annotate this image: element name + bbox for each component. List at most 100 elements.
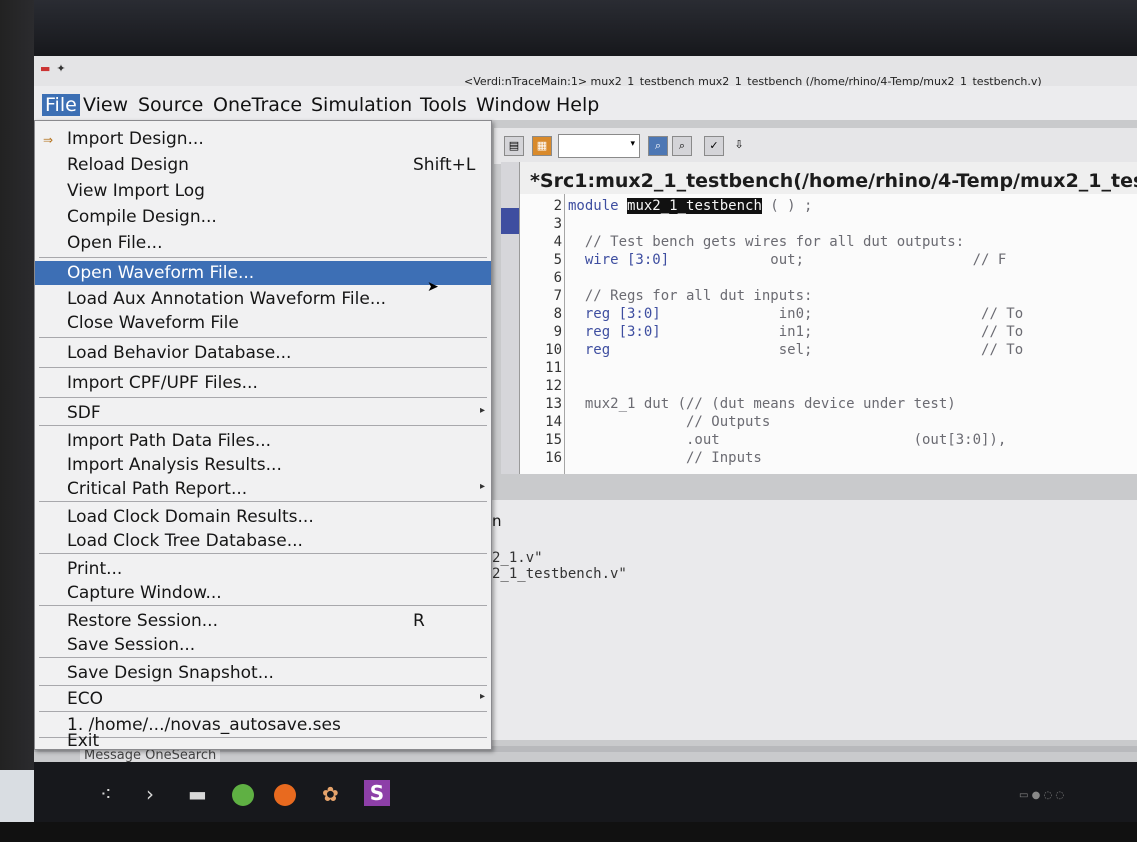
menu-separator bbox=[39, 657, 487, 658]
menu-item-exit[interactable]: Exit bbox=[35, 731, 491, 751]
highlighted-identifier: mux2_1_testbench bbox=[627, 198, 762, 214]
menu-item-capture-window[interactable]: Capture Window... bbox=[35, 581, 491, 605]
line-number: 2 bbox=[553, 198, 562, 214]
menu-item-label: Import Path Data Files... bbox=[67, 431, 272, 451]
menu-item-label: Save Session... bbox=[67, 635, 196, 655]
menu-item-label: Close Waveform File bbox=[67, 313, 239, 333]
menu-item-save-design-snapshot[interactable]: Save Design Snapshot... bbox=[35, 661, 491, 685]
code-token: // Outputs bbox=[568, 414, 771, 430]
menu-item-load-behavior-db[interactable]: Load Behavior Database... bbox=[35, 341, 491, 365]
pin-icon[interactable]: ✦ bbox=[56, 62, 65, 75]
menu-item-import-path-data[interactable]: Import Path Data Files... bbox=[35, 429, 491, 453]
code-token: // Test bench gets wires for all dut out… bbox=[568, 234, 965, 250]
menu-item-import-analysis[interactable]: Import Analysis Results... bbox=[35, 453, 491, 477]
code-token: mux2_1 dut (// (dut means device under t… bbox=[568, 396, 956, 412]
menu-item-print[interactable]: Print... bbox=[35, 557, 491, 581]
menu-item-critical-path[interactable]: Critical Path Report... ▸ bbox=[35, 477, 491, 501]
code-token: out; // F bbox=[669, 252, 1007, 268]
line-number: 5 bbox=[553, 252, 562, 268]
code-token: in1; // To bbox=[660, 324, 1024, 340]
code-token: reg bbox=[568, 342, 611, 358]
menu-item-restore-session[interactable]: Restore Session... R bbox=[35, 609, 491, 633]
code-token: // Regs for all dut inputs: bbox=[568, 288, 813, 304]
menu-item-label: Capture Window... bbox=[67, 583, 222, 603]
search-icon[interactable]: ⌕ bbox=[648, 136, 668, 156]
menu-simulation[interactable]: Simulation bbox=[311, 94, 412, 116]
menubar: File View Source OneTrace Simulation Too… bbox=[34, 86, 1137, 120]
code-text: // Inputs bbox=[568, 450, 762, 466]
menu-tools[interactable]: Tools bbox=[420, 94, 467, 116]
file-menu-dropdown: ⇒ Import Design... Reload Design Shift+L… bbox=[34, 120, 492, 751]
menu-item-label: Print... bbox=[67, 559, 123, 579]
code-text: reg [3:0] in1; // To bbox=[568, 324, 1023, 340]
source-tab-title: *Src1:mux2_1_testbench(/home/rhino/4-Tem… bbox=[530, 170, 1137, 192]
line-number: 12 bbox=[545, 378, 562, 394]
code-editor[interactable]: 2 module mux2_1_testbench ( ) ; 3 4 // Test… bbox=[520, 194, 1137, 474]
system-tray[interactable]: ▭ ● ◌ ◌ bbox=[1019, 790, 1064, 801]
app-icon[interactable]: ▬ ✦ bbox=[40, 62, 66, 75]
search-combo[interactable]: ▾ bbox=[558, 134, 640, 158]
menu-separator bbox=[39, 501, 487, 502]
menu-item-save-session[interactable]: Save Session... bbox=[35, 633, 491, 657]
menu-item-label: View Import Log bbox=[67, 181, 205, 201]
menu-item-open-file[interactable]: Open File... bbox=[35, 231, 491, 255]
menu-item-reload-design[interactable]: Reload Design Shift+L bbox=[35, 153, 491, 177]
menu-item-import-design[interactable]: ⇒ Import Design... bbox=[35, 127, 491, 151]
save-icon[interactable]: ▦ bbox=[532, 136, 552, 156]
menu-separator bbox=[39, 605, 487, 606]
menu-onetrace[interactable]: OneTrace bbox=[213, 94, 302, 116]
menu-help[interactable]: Help bbox=[556, 94, 599, 116]
line-number: 14 bbox=[545, 414, 562, 430]
chevron-right-icon[interactable]: › bbox=[146, 782, 154, 806]
menu-item-shortcut: R bbox=[413, 611, 425, 631]
menu-item-load-clock-tree[interactable]: Load Clock Tree Database... bbox=[35, 529, 491, 553]
menu-item-load-clock-domain[interactable]: Load Clock Domain Results... bbox=[35, 505, 491, 529]
menu-item-label: Load Behavior Database... bbox=[67, 343, 292, 363]
app-icon-2[interactable]: ✿ bbox=[322, 782, 339, 806]
submenu-arrow-icon: ▸ bbox=[479, 481, 485, 492]
pane-left-strip bbox=[501, 162, 520, 474]
message-line: 2_1.v" bbox=[492, 550, 543, 566]
menu-item-label: Load Clock Tree Database... bbox=[67, 531, 303, 551]
import-icon: ⇒ bbox=[43, 133, 54, 147]
line-number: 4 bbox=[553, 234, 562, 250]
menu-item-eco[interactable]: ECO ▸ bbox=[35, 687, 491, 711]
terminal-icon[interactable]: ▬ bbox=[188, 782, 207, 806]
hierarchy-icon[interactable]: ▤ bbox=[504, 136, 524, 156]
find-icon[interactable]: ⌕ bbox=[672, 136, 692, 156]
line-number: 8 bbox=[553, 306, 562, 322]
line-number: 3 bbox=[553, 216, 562, 232]
menu-item-close-waveform[interactable]: Close Waveform File bbox=[35, 311, 491, 335]
menu-item-open-waveform[interactable]: Open Waveform File... bbox=[35, 261, 491, 285]
menu-item-label: Compile Design... bbox=[67, 207, 217, 227]
menu-file[interactable]: File bbox=[42, 94, 80, 116]
code-text: module mux2_1_testbench ( ) ; bbox=[568, 198, 812, 214]
firefox-icon[interactable] bbox=[274, 784, 296, 806]
source-tab[interactable]: *Src1:mux2_1_testbench(/home/rhino/4-Tem… bbox=[520, 162, 1137, 196]
menu-item-label: Import Design... bbox=[67, 129, 204, 149]
submenu-arrow-icon: ▸ bbox=[479, 405, 485, 416]
spell-check-icon[interactable]: ✓ bbox=[704, 136, 724, 156]
message-tab-fragment[interactable]: n bbox=[492, 512, 502, 530]
download-icon[interactable] bbox=[232, 784, 254, 806]
screen: ▬ ✦ <Verdi:nTraceMain:1> mux2_1_testbench… bbox=[34, 56, 1137, 822]
menu-item-compile-design[interactable]: Compile Design... bbox=[35, 205, 491, 229]
menu-item-sdf[interactable]: SDF ▸ bbox=[35, 401, 491, 425]
menu-item-load-aux-annotation[interactable]: Load Aux Annotation Waveform File... bbox=[35, 287, 491, 311]
s-app-icon[interactable]: S bbox=[364, 780, 390, 806]
code-text: // Outputs bbox=[568, 414, 770, 430]
menu-item-view-import-log[interactable]: View Import Log bbox=[35, 179, 491, 203]
laptop-bezel-top bbox=[0, 0, 1137, 60]
chevron-down-icon[interactable]: ▾ bbox=[630, 139, 635, 149]
menu-source[interactable]: Source bbox=[138, 94, 203, 116]
menu-view[interactable]: View bbox=[83, 94, 128, 116]
message-line: 2_1_testbench.v" bbox=[492, 566, 627, 582]
bottom-tabs[interactable]: Message OneSearch bbox=[80, 748, 221, 762]
menu-item-label: Open File... bbox=[67, 233, 163, 253]
down-arrow-icon[interactable]: ⇩ bbox=[730, 136, 748, 154]
menu-item-import-cpf-upf[interactable]: Import CPF/UPF Files... bbox=[35, 371, 491, 395]
menu-separator bbox=[39, 553, 487, 554]
launcher-icon[interactable]: ⁖ bbox=[100, 782, 112, 806]
menu-item-label: Import CPF/UPF Files... bbox=[67, 373, 258, 393]
menu-window[interactable]: Window bbox=[476, 94, 551, 116]
